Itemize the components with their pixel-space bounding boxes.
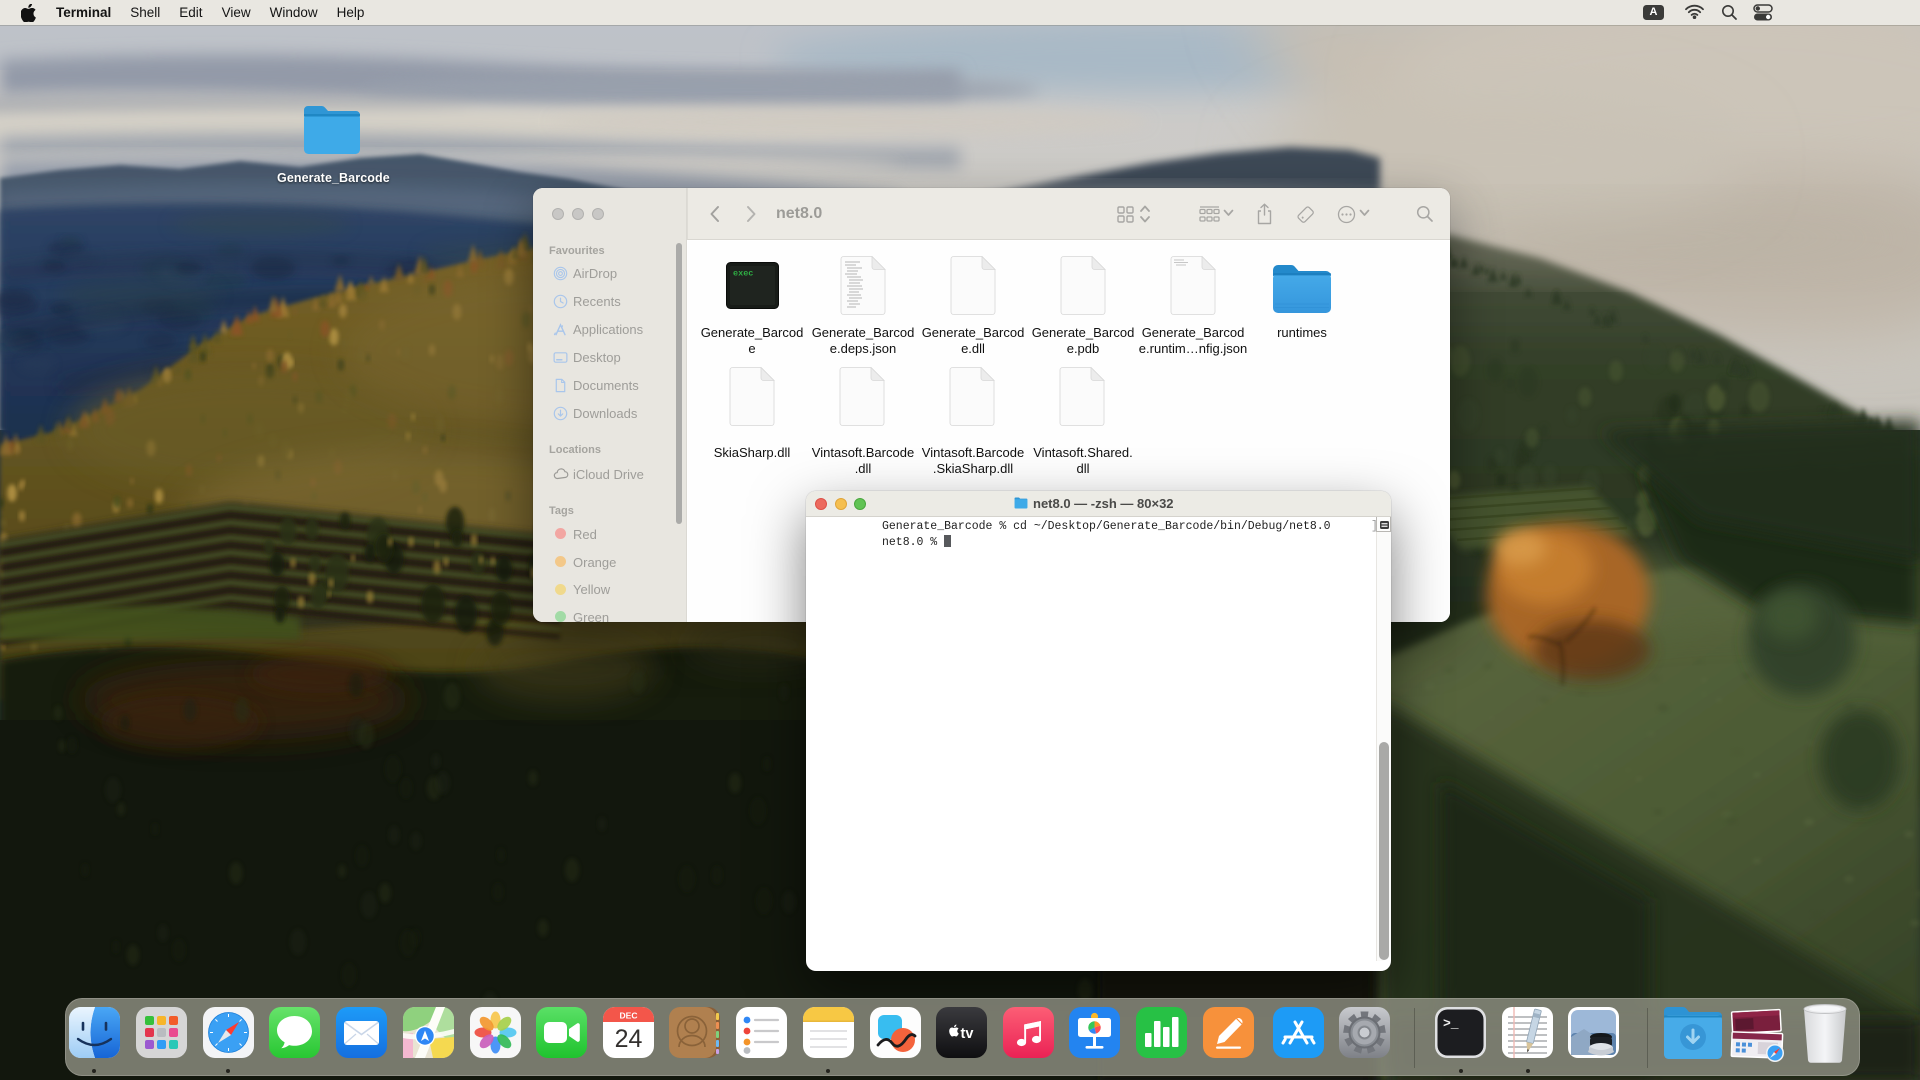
svg-text:exec: exec bbox=[733, 269, 753, 279]
